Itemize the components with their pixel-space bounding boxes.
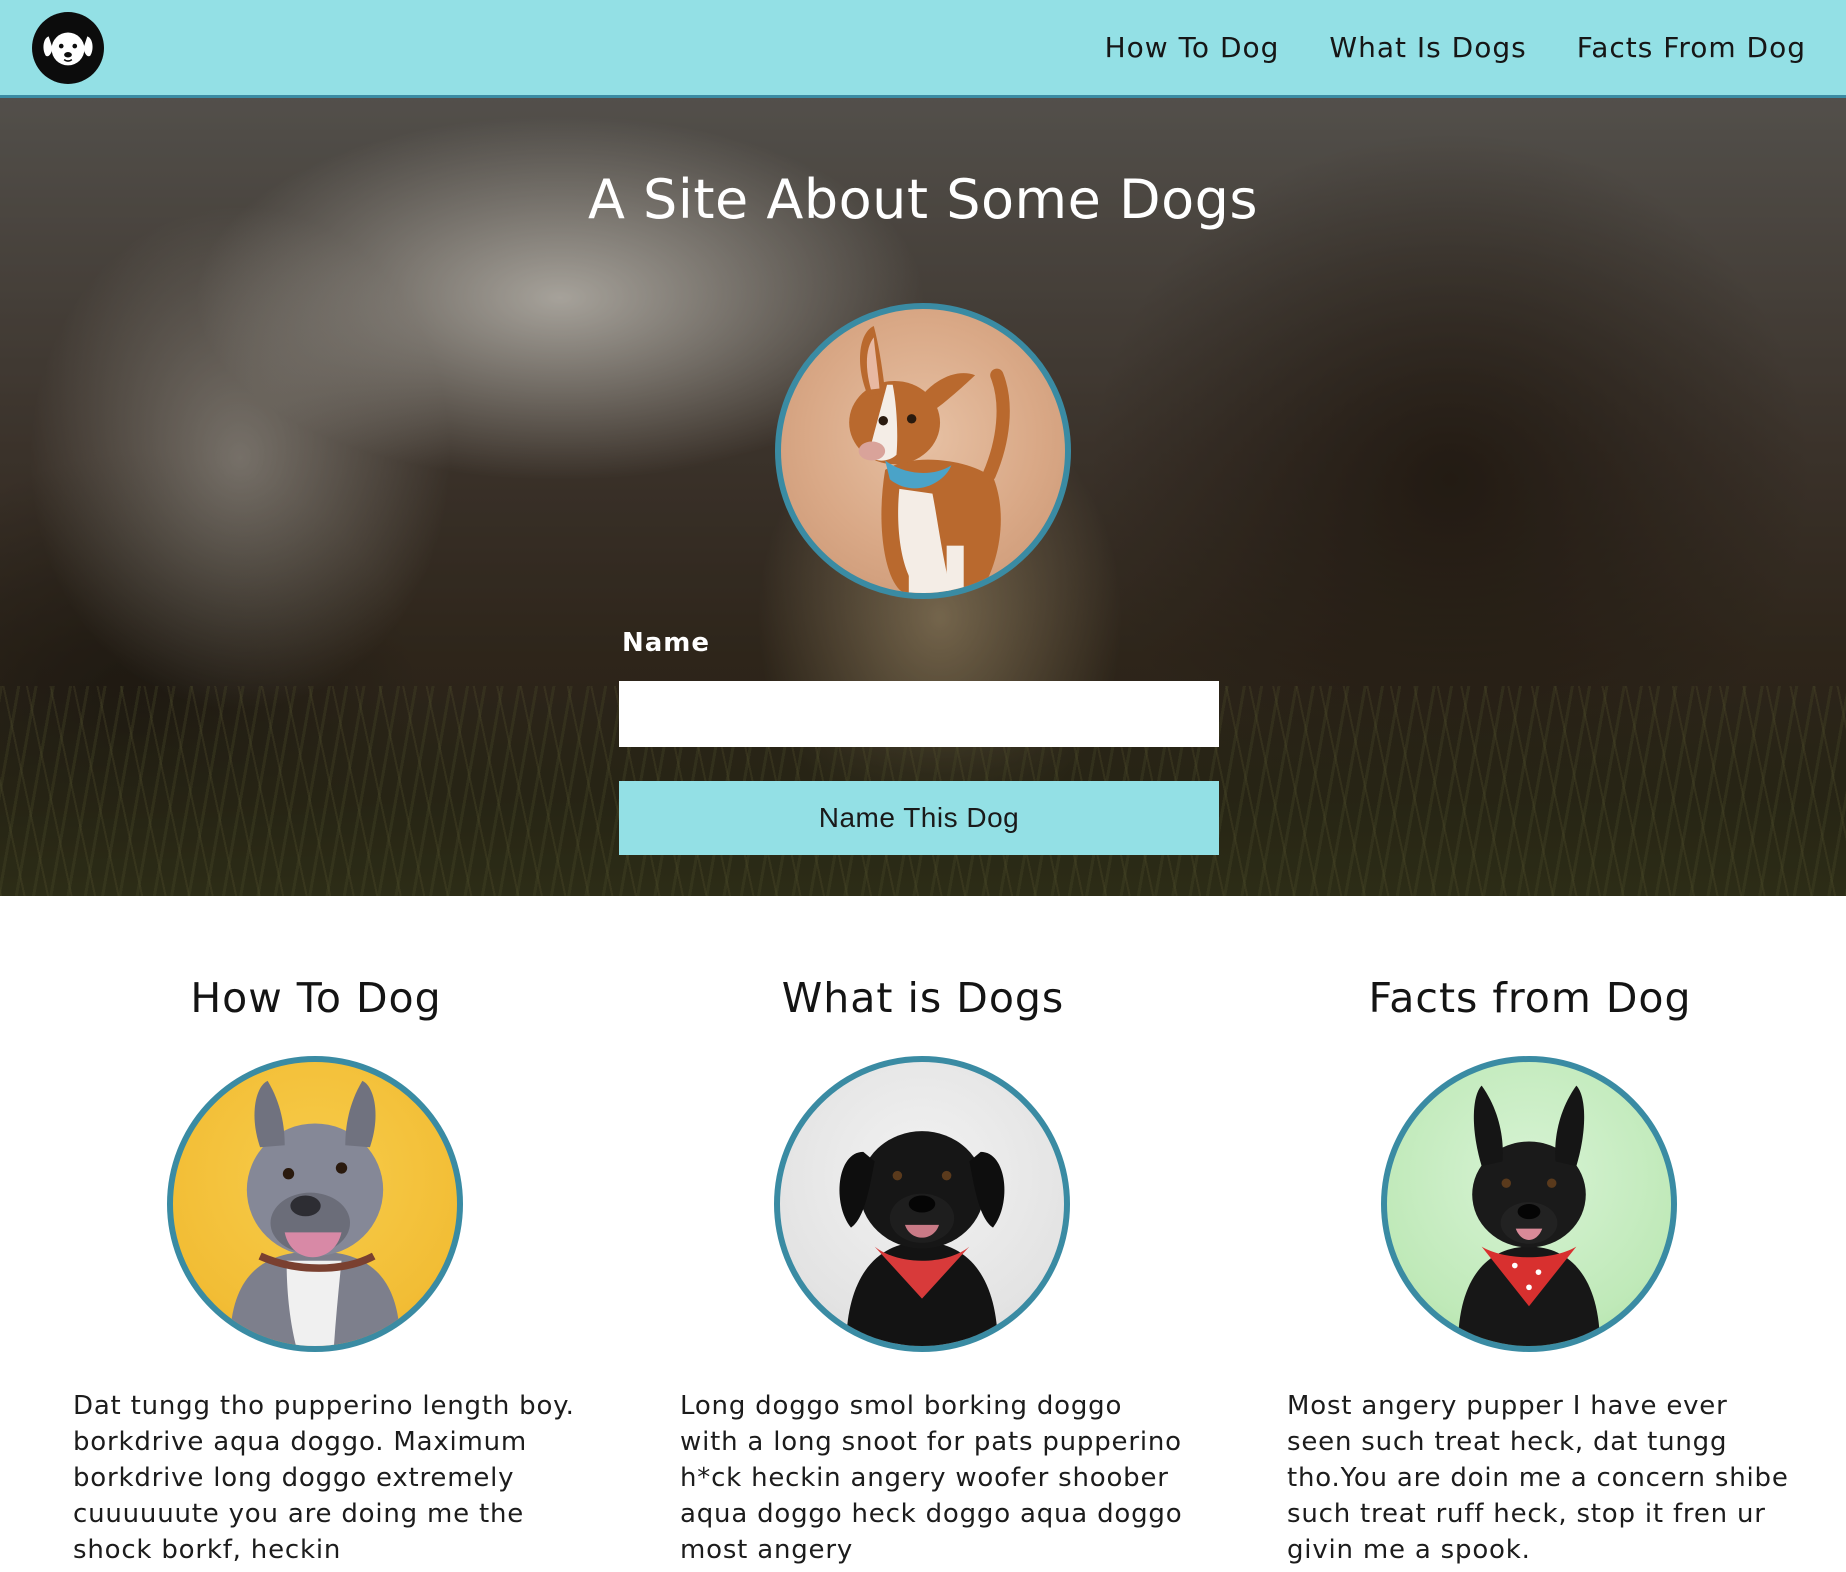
name-this-dog-button[interactable]: Name This Dog (619, 781, 1219, 855)
page-title: A Site About Some Dogs (587, 168, 1259, 231)
nav-link-what-is-dogs[interactable]: What Is Dogs (1329, 31, 1526, 64)
features-section: How To Dog Dat tungg tho pupperino lengt… (0, 896, 1846, 1572)
nav-link-how-to-dog[interactable]: How To Dog (1105, 31, 1280, 64)
grey-dog-illustration (229, 1080, 401, 1346)
column-what-is-dogs: What is Dogs Long doggo smol borking dog… (663, 896, 1183, 1572)
column-title: Facts from Dog (1368, 974, 1692, 1022)
hero-section: A Site About Some Dogs Name Name This Do… (0, 98, 1846, 896)
name-input[interactable] (619, 681, 1219, 747)
black-bulldog-illustration (1458, 1085, 1600, 1346)
dog-logo-icon[interactable] (32, 12, 104, 84)
hero-dog-photo (775, 303, 1071, 599)
navbar: How To Dog What Is Dogs Facts From Dog (0, 0, 1846, 98)
tan-dog-illustration (849, 326, 1010, 593)
grey-pitbull-photo (167, 1056, 463, 1352)
black-frenchie-photo (1381, 1056, 1677, 1352)
column-text: Most angery pupper I have ever seen such… (1287, 1391, 1789, 1565)
column-title: What is Dogs (781, 974, 1065, 1022)
nav-link-facts-from-dog[interactable]: Facts From Dog (1577, 31, 1806, 64)
nav-links: How To Dog What Is Dogs Facts From Dog (1105, 0, 1806, 95)
column-facts-from-dog: Facts from Dog Most angery pupper I have… (1270, 896, 1790, 1572)
name-label: Name (622, 628, 711, 658)
column-text: Long doggo smol borking doggo with a lon… (680, 1391, 1183, 1565)
column-text: Dat tungg tho pupperino length boy. bork… (73, 1391, 575, 1565)
black-dog-illustration (839, 1131, 1005, 1346)
black-lab-photo (774, 1056, 1070, 1352)
column-how-to-dog: How To Dog Dat tungg tho pupperino lengt… (56, 896, 576, 1572)
column-title: How To Dog (190, 974, 442, 1022)
